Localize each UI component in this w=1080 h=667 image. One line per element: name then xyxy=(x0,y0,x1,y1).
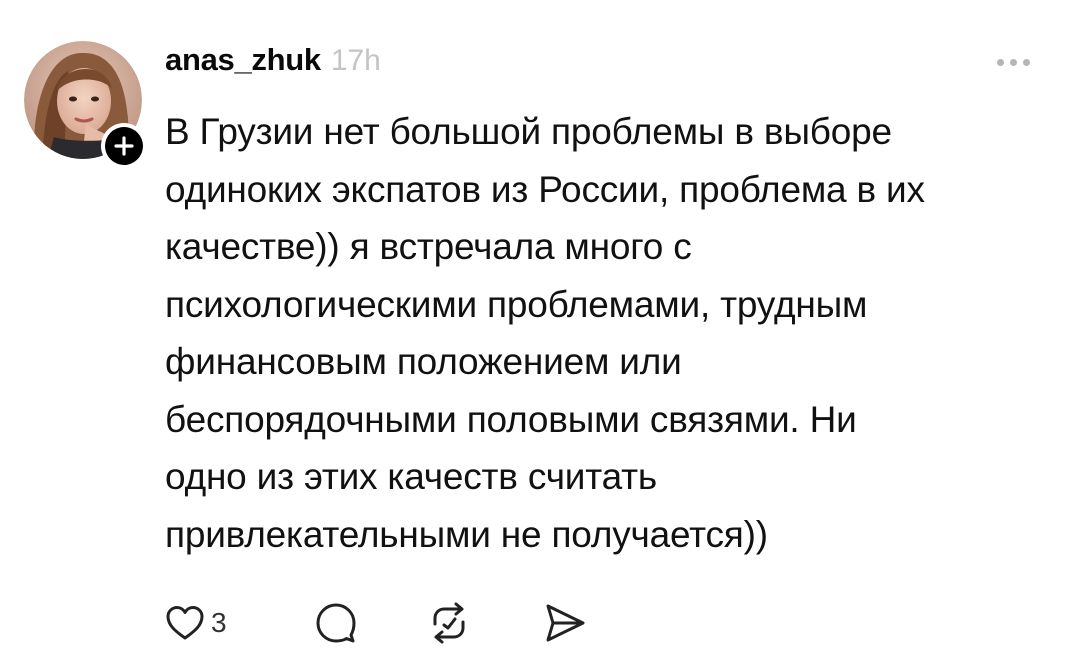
like-button[interactable]: 3 xyxy=(165,598,227,648)
post-text-line: психологическими проблемами, трудным xyxy=(165,283,868,325)
repost-icon xyxy=(433,602,465,644)
share-button[interactable] xyxy=(543,598,587,648)
heart-icon xyxy=(166,606,204,640)
more-dot xyxy=(1009,58,1017,66)
more-options-button[interactable] xyxy=(988,50,1038,74)
post-text-line: В Грузии нет большой проблемы в выборе xyxy=(165,111,892,152)
post-text-line: одно из этих качеств считать xyxy=(165,456,657,497)
more-dot xyxy=(1022,58,1030,66)
thread-post: anas_zhuk 17h В Грузии нет большой пробл… xyxy=(0,0,1080,667)
post-header: anas_zhuk 17h xyxy=(165,42,381,86)
comment-icon xyxy=(316,603,356,643)
post-text-line: привлекательными не получается)) xyxy=(165,513,768,555)
post-text: В Грузии нет большой проблемы в выборе о… xyxy=(165,103,1045,563)
more-dots-icon xyxy=(996,58,1004,66)
post-text-line: одиноких экспатов из России, проблема в … xyxy=(165,168,925,210)
post-text-line: качестве)) я встречала много с xyxy=(165,226,692,267)
author-avatar-container xyxy=(24,41,147,169)
author-username[interactable]: anas_zhuk xyxy=(165,42,321,78)
follow-badge-inner xyxy=(105,127,143,165)
send-icon xyxy=(546,604,585,642)
reply-button[interactable] xyxy=(315,598,357,648)
follow-button[interactable] xyxy=(101,123,147,169)
repost-button[interactable] xyxy=(427,598,471,648)
post-text-line: финансовым положением или xyxy=(165,341,682,382)
post-timestamp: 17h xyxy=(330,44,381,77)
like-count: 3 xyxy=(211,607,227,638)
post-text-line: беспорядочными половыми связями. Ни xyxy=(165,398,857,440)
plus-icon xyxy=(114,136,134,156)
post-actions-bar: 3 xyxy=(165,598,615,648)
